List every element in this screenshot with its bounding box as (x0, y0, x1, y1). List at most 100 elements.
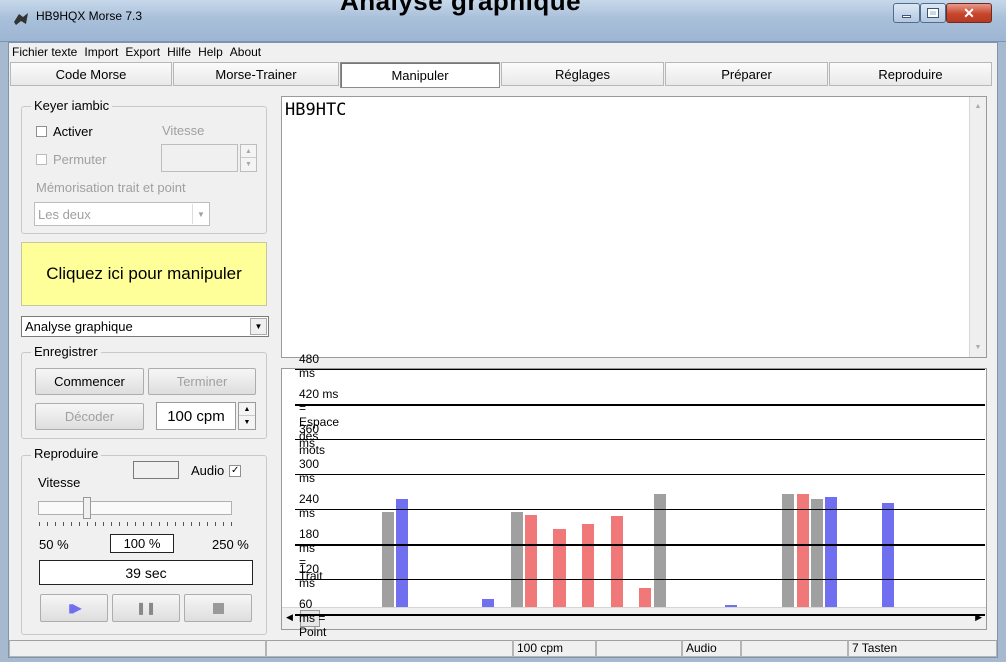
status-cell-2 (266, 640, 513, 657)
scroll-down-icon: ▼ (974, 344, 982, 351)
keyer-group-title: Keyer iambic (31, 98, 113, 113)
tab-code-morse[interactable]: Code Morse (10, 62, 172, 86)
scroll-left-icon: ◀ (286, 612, 293, 622)
playback-speed-track[interactable] (38, 501, 232, 515)
close-button[interactable]: ✕ (946, 3, 992, 23)
level-label-60: 60 ms = Point (299, 597, 327, 639)
pause-button[interactable]: ❚❚ (112, 594, 180, 622)
spinner-down-icon: ▼ (245, 161, 252, 168)
vitesse-label: Vitesse (162, 123, 205, 138)
morse-text-area[interactable]: HB9HTC ▲ ▼ (281, 96, 987, 358)
record-speed-field[interactable]: 100 cpm (156, 402, 236, 430)
minimize-icon (902, 14, 911, 18)
stop-button[interactable] (184, 594, 252, 622)
commencer-button[interactable]: Commencer (35, 368, 144, 395)
chevron-down-icon: ▼ (192, 204, 209, 224)
record-group-title: Enregistrer (31, 344, 101, 359)
chart-bar (810, 498, 823, 623)
menu-about[interactable]: About (230, 45, 261, 59)
tab-preparer[interactable]: Préparer (665, 62, 828, 86)
speed-min-label: 50 % (39, 537, 69, 552)
slider-ticks (39, 522, 233, 526)
spinner-down-icon: ▼ (243, 419, 251, 426)
playback-speed-slider-thumb[interactable] (82, 497, 91, 519)
memorisation-select[interactable]: Les deux ▼ (34, 202, 210, 226)
status-speed: 100 cpm (513, 640, 596, 657)
menu-export[interactable]: Export (125, 45, 160, 59)
maximize-button[interactable] (920, 3, 946, 23)
level-label-480: 480 ms (299, 352, 320, 380)
keyer-speed-spinner[interactable]: ▲ ▼ (240, 144, 257, 172)
activer-checkbox[interactable] (36, 126, 47, 137)
morse-text-content: HB9HTC (285, 100, 347, 120)
manipulate-button[interactable]: Cliquez ici pour manipuler (21, 242, 267, 306)
audio-checkbox[interactable]: ✓ (229, 464, 242, 477)
chart-bar (653, 494, 666, 623)
close-icon: ✕ (963, 4, 975, 21)
chart-horizontal-scrollbar[interactable]: ◀ ▶ (282, 607, 986, 629)
minimize-button[interactable] (893, 3, 920, 23)
play-icon: ▮▶ (68, 601, 82, 615)
level-line-420 (295, 404, 985, 406)
activer-label: Activer (53, 124, 93, 139)
audio-checkbox-row[interactable]: Audio ✓ (191, 463, 242, 478)
audio-label: Audio (191, 463, 225, 478)
title-bar: HB9HQX Morse 7.3 Analyse graphique ✕ (0, 0, 1006, 42)
level-label-120: 120 ms (299, 562, 320, 590)
window-title: HB9HQX Morse 7.3 (36, 9, 143, 23)
maximize-icon (927, 8, 939, 18)
level-label-240: 240 ms (299, 492, 320, 520)
menu-help[interactable]: Help (198, 45, 223, 59)
level-label-360: 360 ms (299, 422, 320, 450)
stop-icon (212, 602, 224, 614)
memorisation-label: Mémorisation trait et point (36, 180, 186, 195)
playback-speed-label: Vitesse (38, 475, 81, 490)
play-button[interactable]: ▮▶ (40, 594, 108, 622)
tab-manipuler[interactable]: Manipuler (340, 62, 500, 88)
status-cell-4 (596, 640, 682, 657)
view-select[interactable]: Analyse graphique ▼ (21, 316, 269, 337)
status-keys: 7 Tasten (848, 640, 997, 657)
spinner-up-icon: ▲ (241, 145, 256, 158)
scroll-up-icon: ▲ (974, 103, 982, 110)
tab-reproduire[interactable]: Reproduire (829, 62, 992, 86)
menu-import[interactable]: Import (84, 45, 118, 59)
chart-bar (796, 494, 809, 623)
status-audio: Audio (682, 640, 741, 657)
decoder-button[interactable]: Décoder (35, 403, 144, 430)
menu-bar: Fichier texte Import Export Hilfe Help A… (9, 43, 997, 61)
menu-fichier-texte[interactable]: Fichier texte (12, 45, 77, 59)
terminer-button[interactable]: Terminer (148, 368, 256, 395)
view-select-value: Analyse graphique (25, 319, 133, 334)
duration-display: 39 sec (39, 560, 253, 585)
chart-bar (882, 503, 895, 623)
status-bar: 100 cpm Audio 7 Tasten (9, 640, 997, 657)
chart-bar (396, 498, 409, 623)
playback-group-title: Reproduire (31, 446, 102, 461)
tab-reglages[interactable]: Réglages (501, 62, 664, 86)
text-vertical-scrollbar[interactable]: ▲ ▼ (969, 97, 986, 357)
speed-value-field: 100 % (110, 534, 174, 553)
memorisation-value: Les deux (38, 206, 91, 222)
menu-hilfe[interactable]: Hilfe (167, 45, 191, 59)
playback-speed-display (133, 461, 179, 479)
speed-max-label: 250 % (212, 537, 249, 552)
level-line-180 (295, 544, 985, 546)
chart-bar (782, 494, 795, 623)
permuter-label: Permuter (53, 152, 107, 167)
app-icon (14, 13, 28, 25)
level-line-300 (295, 474, 985, 475)
record-speed-spinner[interactable]: ▲ ▼ (238, 402, 256, 430)
main-window: Fichier texte Import Export Hilfe Help A… (8, 42, 998, 658)
chart-bar (825, 497, 838, 623)
permuter-checkbox-row[interactable]: Permuter (36, 152, 106, 167)
tab-morse-trainer[interactable]: Morse-Trainer (173, 62, 339, 86)
chevron-down-icon: ▼ (250, 318, 267, 335)
permuter-checkbox[interactable] (36, 154, 47, 165)
level-line-240 (295, 509, 985, 510)
activer-checkbox-row[interactable]: Activer (36, 124, 93, 139)
level-line-60 (295, 614, 985, 616)
spinner-up-icon: ▲ (239, 403, 255, 416)
level-line-360 (295, 439, 985, 440)
keyer-speed-field[interactable] (161, 144, 238, 172)
